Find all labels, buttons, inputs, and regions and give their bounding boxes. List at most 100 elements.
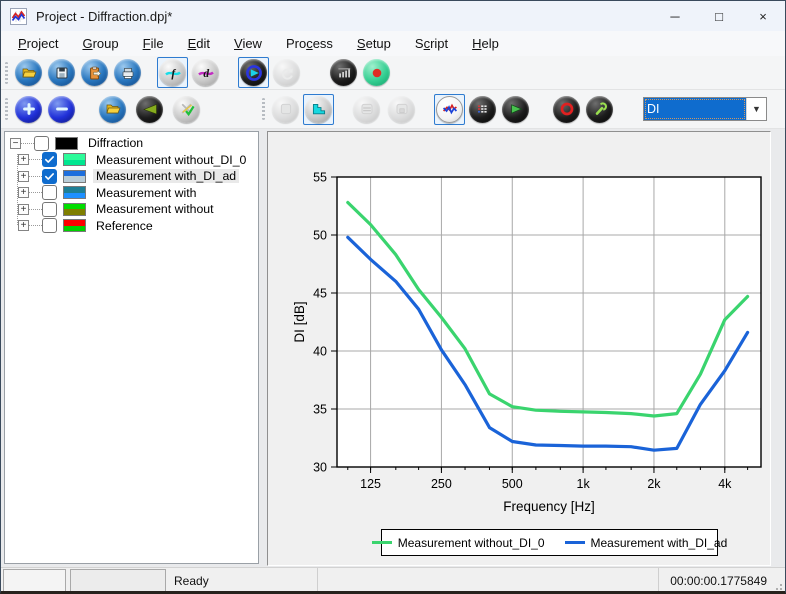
tree-item[interactable]: − Diffraction	[5, 135, 258, 152]
tree-item-label[interactable]: Reference	[93, 219, 156, 233]
expand-icon[interactable]: +	[18, 220, 29, 232]
print-button[interactable]	[112, 57, 143, 88]
svg-text:30: 30	[313, 461, 327, 475]
expand-icon[interactable]: +	[18, 170, 29, 182]
chevron-down-icon[interactable]: ▼	[746, 98, 766, 120]
resize-grip[interactable]	[771, 568, 785, 591]
status-progress-cell	[70, 569, 166, 591]
curves-icon	[436, 95, 463, 123]
menu-bar: Project Group File Edit View Process Setup Scri…	[1, 31, 785, 56]
steps-icon	[305, 95, 332, 123]
menu-process[interactable]: Process	[274, 34, 345, 53]
minimize-button[interactable]: ─	[653, 1, 697, 31]
open-group-button[interactable]	[97, 94, 128, 125]
grid-icon	[469, 95, 496, 123]
legend-line-swatch	[371, 540, 392, 545]
open-button[interactable]	[13, 57, 44, 88]
tree-item-label[interactable]: Diffraction	[85, 136, 146, 150]
curve-color-swatch	[63, 219, 86, 233]
tree-item-label[interactable]: Measurement without	[93, 202, 217, 216]
red-ring-icon	[553, 95, 580, 123]
tree-connector	[21, 142, 34, 144]
folder-open-icon	[15, 59, 42, 86]
tools-check-icon	[173, 95, 200, 123]
table-view-button[interactable]	[467, 94, 498, 125]
toolbar-grip[interactable]	[5, 98, 8, 120]
tree-item[interactable]: + Measurement without_DI_0	[5, 152, 258, 169]
project-tree[interactable]: − Diffraction + Measurement without_DI_0 + Me…	[4, 131, 259, 564]
export-button[interactable]	[79, 57, 110, 88]
maximize-button[interactable]: □	[697, 1, 741, 31]
play-wedge-icon	[502, 95, 529, 123]
frequency-domain-button[interactable]: f	[157, 57, 188, 88]
visibility-checkbox[interactable]	[42, 201, 57, 217]
tree-item[interactable]: + Reference	[5, 218, 258, 235]
expand-icon[interactable]: +	[18, 154, 29, 166]
tree-connector	[29, 159, 42, 161]
app-icon	[10, 7, 27, 25]
record-button[interactable]	[361, 57, 392, 88]
tree-item-label[interactable]: Measurement without_DI_0	[93, 153, 249, 167]
status-cell-spacer	[318, 568, 659, 591]
hlines-icon	[353, 95, 380, 123]
expand-icon[interactable]: +	[18, 187, 29, 199]
wedge-button[interactable]	[134, 94, 165, 125]
curve-plot-button[interactable]	[434, 93, 465, 125]
play-button[interactable]	[500, 94, 531, 125]
zoom-out-button[interactable]	[46, 94, 77, 125]
wrench-icon	[586, 95, 613, 123]
wedge-icon	[136, 95, 163, 123]
level-meter-button[interactable]	[328, 57, 359, 88]
visibility-checkbox[interactable]	[42, 218, 57, 234]
legend-line-swatch	[564, 540, 585, 545]
menu-script[interactable]: Script	[403, 34, 460, 53]
printer-icon	[114, 59, 141, 86]
legend-item: Measurement with_DI_ad	[564, 536, 727, 550]
tree-item[interactable]: + Measurement without	[5, 201, 258, 218]
visibility-checkbox[interactable]	[42, 185, 57, 201]
redo-icon	[273, 59, 300, 86]
menu-project[interactable]: Project	[6, 34, 70, 53]
menu-group[interactable]: Group	[70, 34, 130, 53]
visibility-checkbox[interactable]	[42, 168, 57, 184]
plus-icon	[15, 95, 42, 123]
expand-icon[interactable]: +	[18, 203, 29, 215]
window-steps-button[interactable]	[303, 93, 334, 125]
tree-item[interactable]: + Measurement with	[5, 185, 258, 202]
visibility-checkbox[interactable]	[42, 152, 57, 168]
run-process-button[interactable]	[238, 57, 269, 88]
status-message: Ready	[168, 568, 318, 591]
zoom-in-button[interactable]	[13, 94, 44, 125]
tree-connector	[29, 192, 42, 194]
menu-edit[interactable]: Edit	[176, 34, 222, 53]
tree-item[interactable]: + Measurement with_DI_ad	[5, 168, 258, 185]
collapse-icon[interactable]: −	[10, 137, 21, 149]
menu-help[interactable]: Help	[460, 34, 511, 53]
svg-text:1k: 1k	[577, 477, 591, 491]
secondary-toolbar: DI ▼	[1, 90, 785, 129]
close-button[interactable]: ×	[741, 1, 785, 31]
settings-button[interactable]	[584, 94, 615, 125]
edit-tools-button[interactable]	[171, 94, 202, 125]
data-domain-button[interactable]: d	[190, 57, 221, 88]
svg-text:Frequency [Hz]: Frequency [Hz]	[503, 499, 595, 514]
menu-view[interactable]: View	[222, 34, 274, 53]
curve-type-combobox[interactable]: DI ▼	[643, 97, 767, 121]
chart-panel[interactable]: 125 250 500 1k 2k 4k 30 35 40 45 50 55 Frequency [Hz…	[267, 131, 771, 566]
title-bar: Project - Diffraction.dpj* ─ □ ×	[1, 1, 785, 31]
tree-item-label[interactable]: Measurement with_DI_ad	[93, 169, 240, 184]
repeat-process-button	[271, 57, 302, 88]
tree-item-label[interactable]: Measurement with	[93, 186, 199, 200]
toolbar-grip[interactable]	[5, 61, 8, 84]
visibility-checkbox[interactable]	[34, 135, 49, 151]
svg-text:500: 500	[502, 477, 523, 491]
toolbar-grip[interactable]	[262, 98, 265, 120]
target-button[interactable]	[551, 94, 582, 125]
legend-item: Measurement without_DI_0	[371, 536, 545, 550]
di-frequency-chart[interactable]: 125 250 500 1k 2k 4k 30 35 40 45 50 55 Frequency [Hz…	[268, 132, 770, 565]
svg-text:35: 35	[313, 403, 327, 417]
save-button[interactable]	[46, 57, 77, 88]
svg-text:40: 40	[313, 345, 327, 359]
menu-setup[interactable]: Setup	[345, 34, 403, 53]
menu-file[interactable]: File	[131, 34, 176, 53]
